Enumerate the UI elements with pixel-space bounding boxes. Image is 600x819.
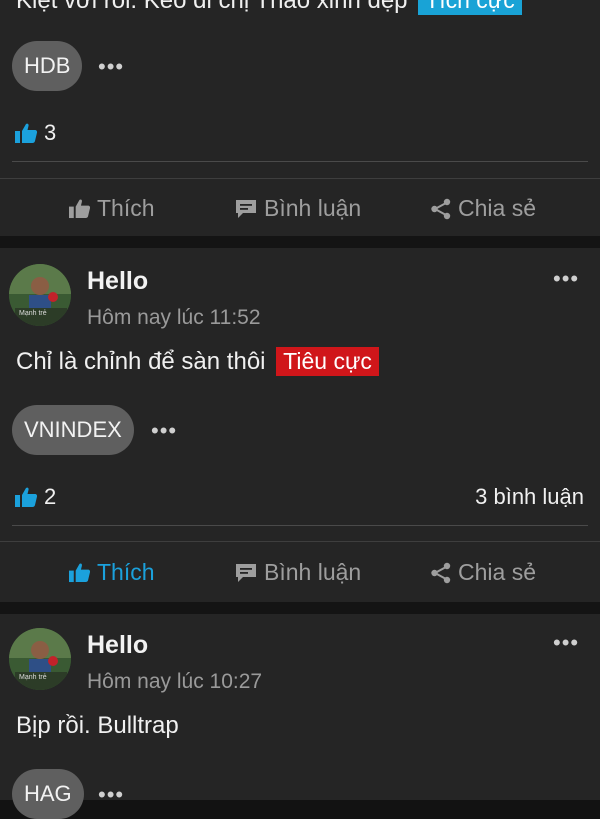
share-icon	[431, 562, 451, 583]
post-text: Bịp rồi. Bulltrap	[16, 712, 179, 739]
ticker-chip[interactable]: VNINDEX	[12, 405, 134, 455]
author-name[interactable]: Hello	[87, 267, 148, 296]
avatar-caption: Mạnh trẻ	[19, 310, 47, 317]
thumbs-up-icon	[15, 487, 38, 507]
thumbs-up-icon	[15, 123, 38, 143]
like-button[interactable]: Thích	[68, 559, 155, 586]
share-icon	[431, 198, 451, 219]
more-options-icon[interactable]: •••	[553, 268, 579, 290]
comment-button[interactable]: Bình luận	[234, 559, 361, 586]
post-time: Hôm nay lúc 10:27	[87, 670, 263, 693]
post-text: Kiệt vời rồi. Kéo đi chị Thảo xinh đẹp T…	[16, 0, 522, 15]
thumbs-up-icon	[69, 199, 91, 219]
divider	[12, 161, 588, 162]
avatar-caption: Mạnh trẻ	[19, 674, 47, 681]
ticker-chip[interactable]: HAG	[12, 769, 84, 819]
ticker-chip[interactable]: HDB	[12, 41, 83, 91]
sentiment-tag-negative: Tiêu cực	[276, 347, 379, 376]
divider	[0, 178, 600, 179]
post-card: Mạnh trẻ Hello Hôm nay lúc 10:27 ••• Bịp…	[0, 614, 600, 819]
comment-bubble-icon	[236, 199, 256, 218]
share-button[interactable]: Chia sẻ	[430, 195, 536, 222]
like-button[interactable]: Thích	[68, 195, 155, 222]
comment-count[interactable]: 3 bình luận	[475, 484, 584, 510]
share-button[interactable]: Chia sẻ	[430, 559, 536, 586]
more-options-icon[interactable]: •••	[553, 632, 579, 654]
post-separator	[0, 602, 600, 614]
comment-button[interactable]: Bình luận	[234, 195, 361, 222]
post-card: Mạnh trẻ Hello Hôm nay lúc 11:52 ••• Chỉ…	[0, 248, 600, 602]
divider	[12, 525, 588, 526]
more-icon[interactable]: •••	[98, 56, 124, 78]
sentiment-tag-positive: Tích cực	[418, 0, 522, 15]
post-time: Hôm nay lúc 11:52	[87, 306, 261, 329]
post-separator	[0, 236, 600, 248]
thumbs-up-icon	[69, 563, 91, 583]
post-card: Kiệt vời rồi. Kéo đi chị Thảo xinh đẹp T…	[0, 0, 600, 236]
more-icon[interactable]: •••	[151, 420, 177, 442]
author-name[interactable]: Hello	[87, 631, 148, 660]
like-count[interactable]: 2	[14, 484, 56, 510]
comment-bubble-icon	[236, 563, 256, 582]
more-icon[interactable]: •••	[98, 784, 124, 806]
post-text: Chỉ là chỉnh để sàn thôi Tiêu cực	[16, 347, 379, 376]
like-count[interactable]: 3	[14, 120, 56, 146]
divider	[0, 541, 600, 542]
